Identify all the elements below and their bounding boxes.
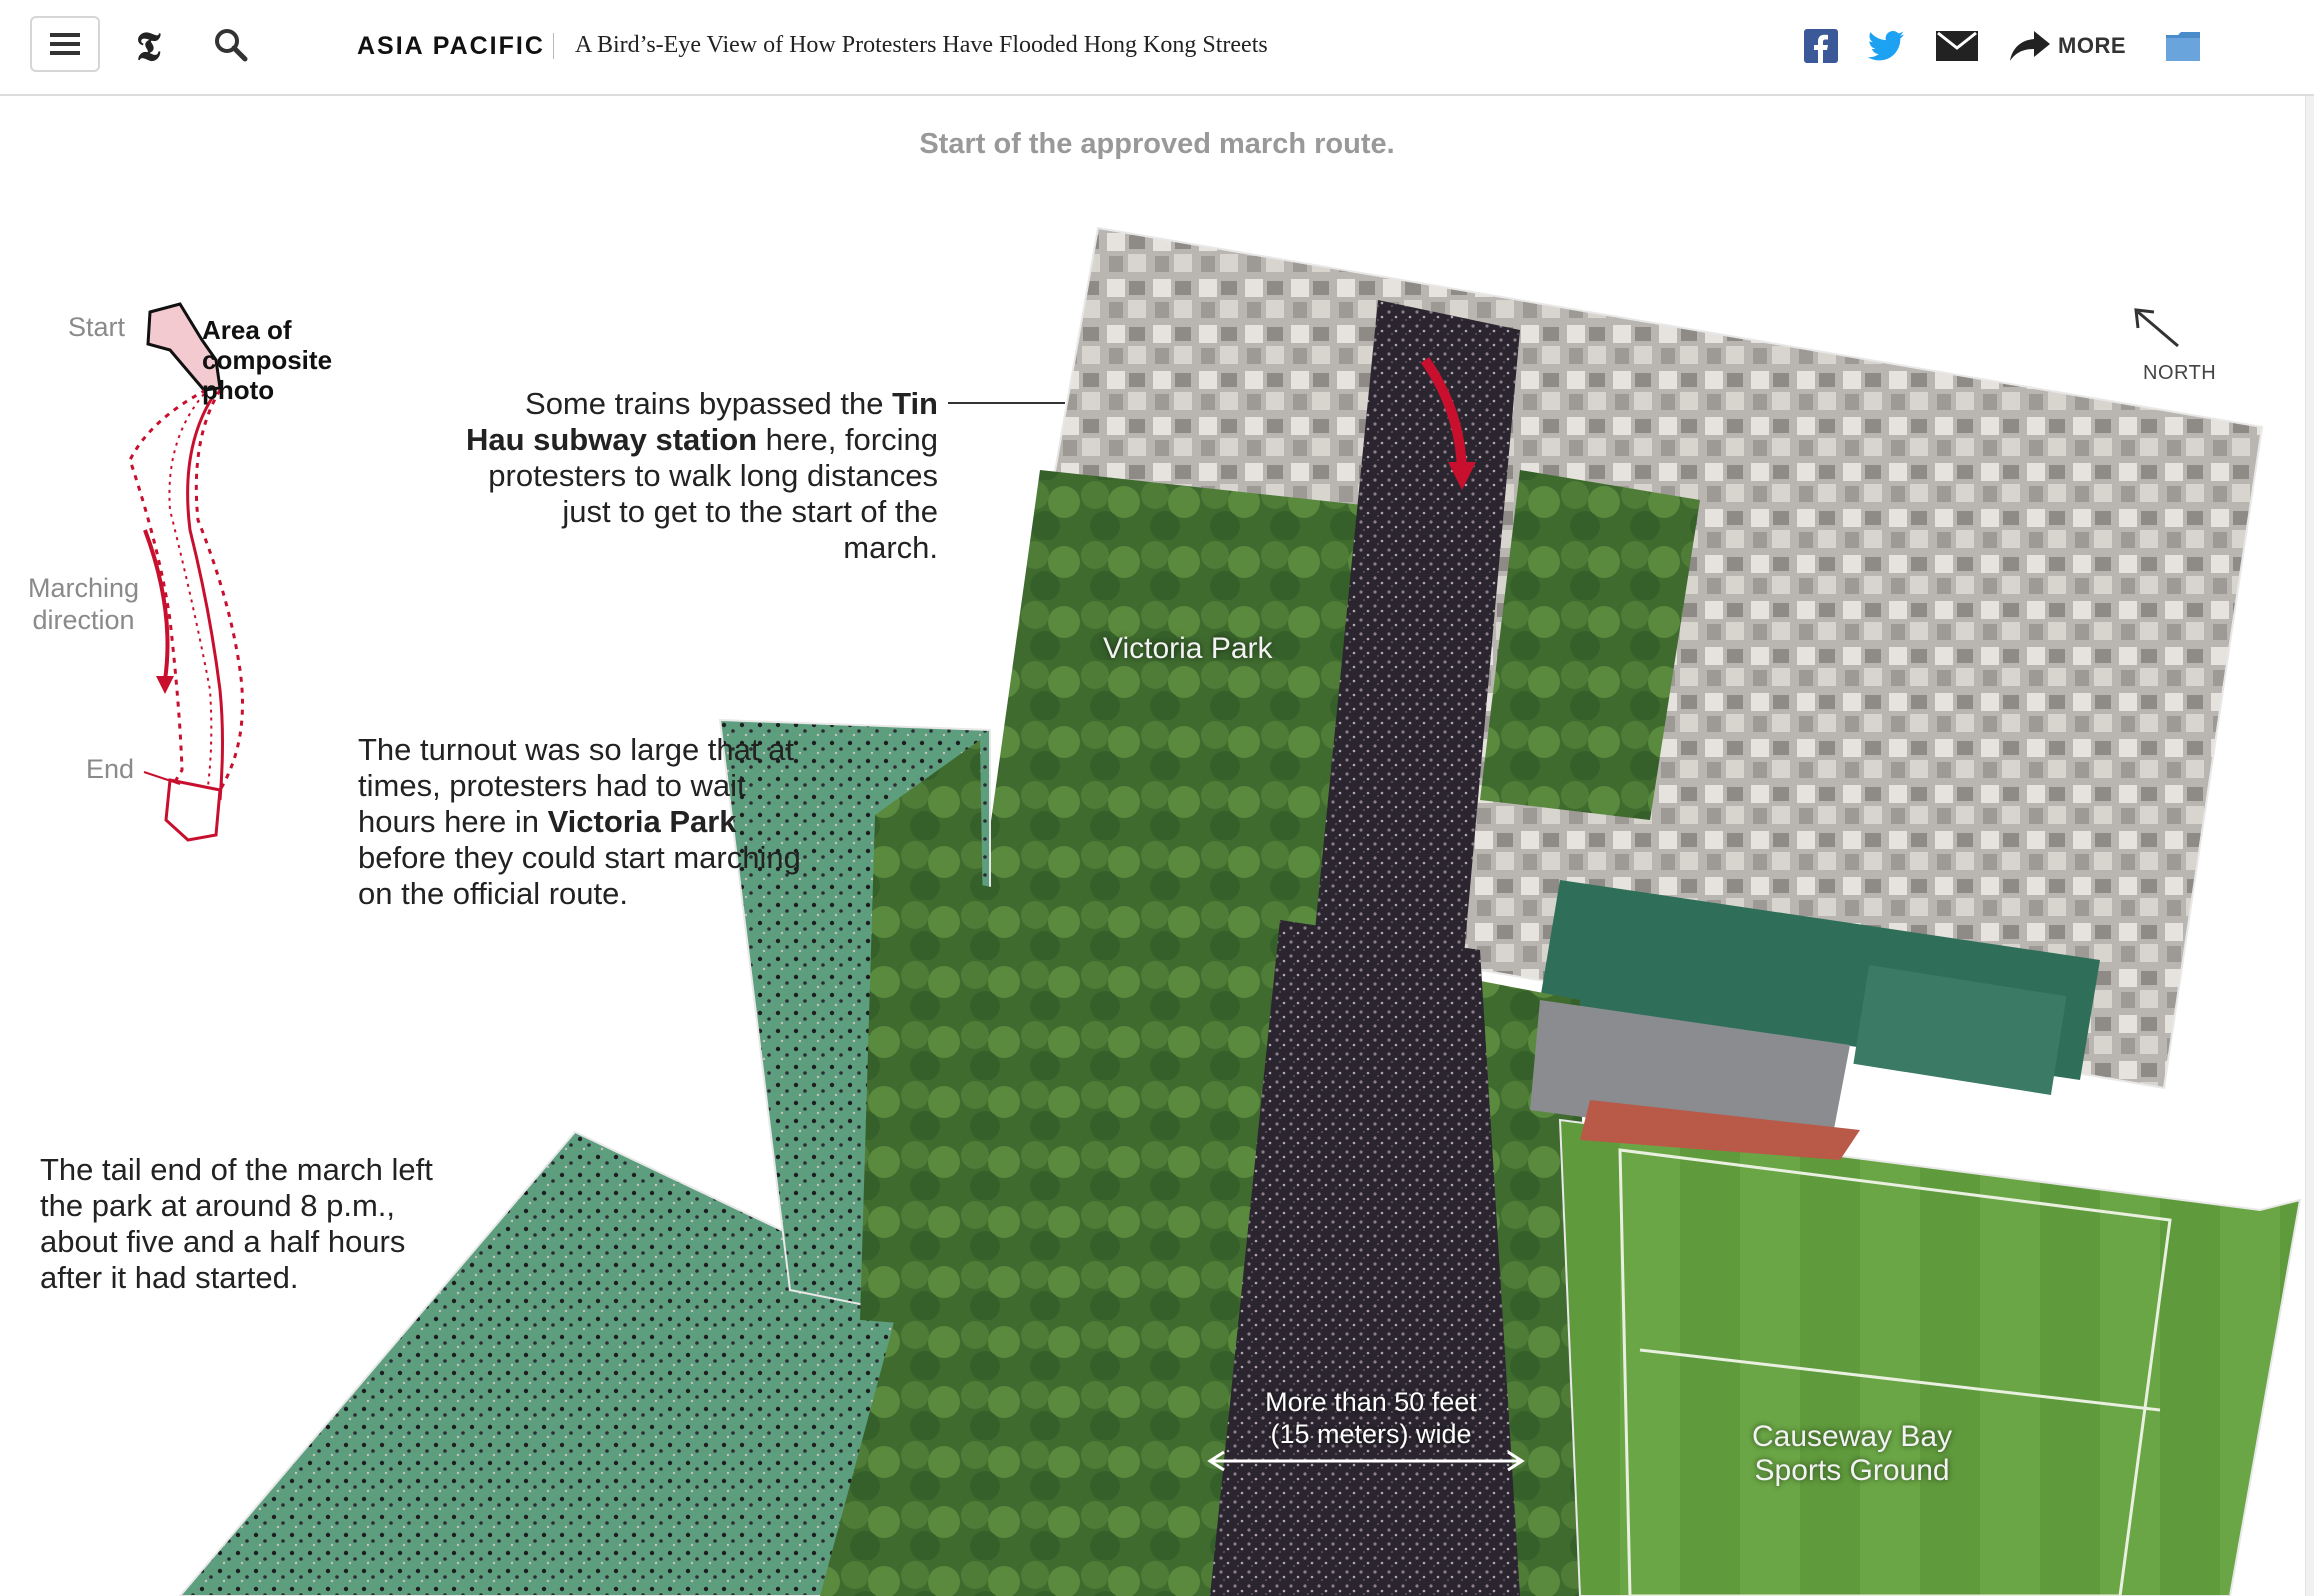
victoria-park-annotation: The turnout was so large that at times, … [358, 732, 801, 911]
map-end-label: End [86, 754, 135, 784]
header-divider [553, 33, 554, 59]
street-width-line-2: (15 meters) wide [1270, 1419, 1472, 1449]
north-label: NORTH [2143, 362, 2217, 384]
street-width-line-1: More than 50 feet [1265, 1387, 1477, 1417]
area-line-1: Area of [202, 315, 292, 345]
scrollbar-track[interactable] [2305, 94, 2314, 1596]
more-label: MORE [2058, 33, 2126, 58]
share-arrow-icon [2010, 31, 2050, 61]
svg-text:𝕿: 𝕿 [136, 24, 161, 68]
north-arrow-icon [2134, 308, 2179, 348]
causeway-bay-label: Causeway Bay Sports Ground [1752, 1420, 1952, 1488]
victoria-park-label: Victoria Park [1103, 632, 1273, 665]
twitter-share-button[interactable] [1868, 24, 1904, 68]
search-icon[interactable] [212, 26, 250, 64]
menu-icon [50, 33, 80, 55]
facebook-share-button[interactable] [1804, 24, 1838, 68]
area-line-2: composite [202, 345, 333, 375]
street-width-label: More than 50 feet (15 meters) wide [1246, 1386, 1496, 1450]
tin-hau-annotation: Some trains bypassed the Tin Hau subway … [465, 386, 938, 565]
top-navigation-bar: 𝕿 ASIA PACIFIC A Bird’s-Eye View of How … [0, 0, 2314, 96]
map-area-label: Area of composite photo [202, 315, 332, 405]
save-button[interactable] [2166, 24, 2200, 68]
nyt-logo-icon[interactable]: 𝕿 [132, 22, 178, 68]
map-marching-direction-label: Marching direction [28, 572, 139, 636]
marching-line-2: direction [32, 605, 135, 635]
area-line-3: photo [202, 375, 275, 405]
email-share-button[interactable] [1936, 24, 1978, 68]
map-start-label: Start [68, 312, 126, 342]
section-label[interactable]: ASIA PACIFIC [357, 32, 545, 61]
causeway-line-1: Causeway Bay [1752, 1420, 1953, 1453]
save-icon [2166, 32, 2200, 61]
tail-end-annotation: The tail end of the march left the park … [40, 1152, 433, 1295]
email-icon [1936, 31, 1978, 61]
causeway-line-2: Sports Ground [1754, 1454, 1950, 1487]
article-headline: A Bird’s-Eye View of How Protesters Have… [575, 32, 1268, 58]
menu-button[interactable] [30, 16, 100, 72]
more-share-button[interactable]: MORE [2010, 24, 2126, 68]
twitter-icon [1868, 31, 1904, 61]
marching-line-1: Marching [28, 573, 140, 603]
facebook-icon [1804, 29, 1838, 63]
